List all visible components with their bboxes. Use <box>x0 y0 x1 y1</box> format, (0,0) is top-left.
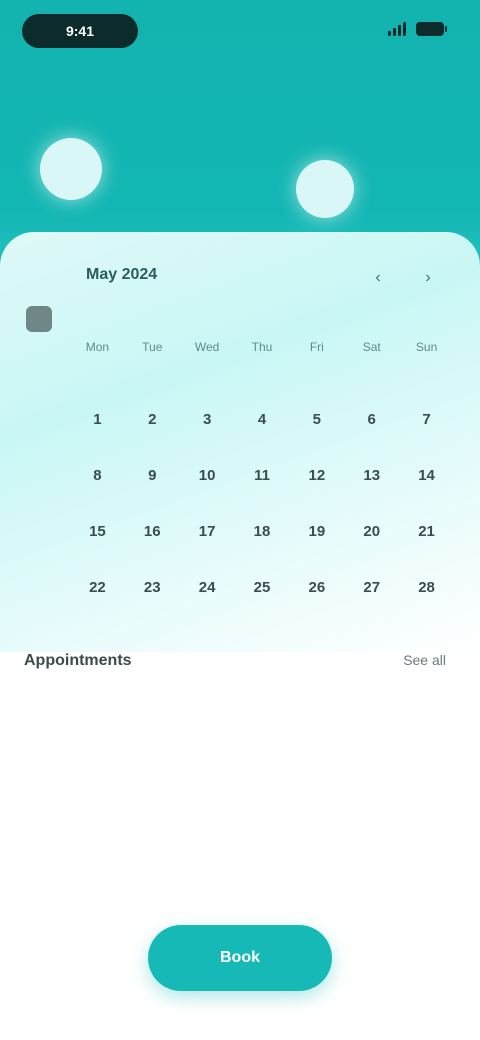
calendar-day[interactable]: 3 <box>180 400 235 440</box>
status-bar: 9:41 <box>0 0 480 64</box>
appointments-section: Appointments See all <box>24 652 456 732</box>
month-header: May 2024 ‹ › <box>86 266 446 290</box>
calendar-day[interactable]: 20 <box>344 512 399 552</box>
calendar-day[interactable]: 10 <box>180 456 235 496</box>
section-title: Appointments <box>24 652 132 669</box>
calendar-day[interactable]: 13 <box>344 456 399 496</box>
calendar-day[interactable]: 15 <box>70 512 125 552</box>
see-all-link[interactable]: See all <box>403 652 446 668</box>
weekday-label: Wed <box>194 340 220 354</box>
calendar-day[interactable]: 2 <box>125 400 180 440</box>
calendar-day[interactable]: 12 <box>289 456 344 496</box>
calendar-day[interactable]: 6 <box>344 400 399 440</box>
week-row: 22 23 24 25 26 27 28 <box>70 568 454 608</box>
calendar-day[interactable]: 5 <box>289 400 344 440</box>
calendar-day[interactable]: 18 <box>235 512 290 552</box>
weekday-label: Sun <box>415 340 438 354</box>
weekday-label: Mon <box>85 340 110 354</box>
week-row: 15 16 17 18 19 20 21 <box>70 512 454 552</box>
calendar-day[interactable]: 16 <box>125 512 180 552</box>
calendar-day[interactable]: 19 <box>289 512 344 552</box>
month-title: May 2024 <box>86 266 158 283</box>
battery-icon <box>416 22 447 36</box>
calendar-day[interactable]: 28 <box>399 568 454 608</box>
weekday-row: Mon Tue Wed Thu Fri Sat Sun <box>70 340 454 368</box>
calendar-day[interactable]: 8 <box>70 456 125 496</box>
calendar-day[interactable]: 17 <box>180 512 235 552</box>
calendar-day[interactable]: 23 <box>125 568 180 608</box>
decor-circle <box>296 160 354 218</box>
calendar-day[interactable]: 25 <box>235 568 290 608</box>
primary-action-label: Book <box>220 949 260 966</box>
week-row: 8 9 10 11 12 13 14 <box>70 456 454 496</box>
time-pill: 9:41 <box>22 14 138 48</box>
calendar-day[interactable]: 9 <box>125 456 180 496</box>
week-row: 1 2 3 4 5 6 7 <box>70 400 454 440</box>
calendar-day[interactable]: 26 <box>289 568 344 608</box>
calendar-day[interactable]: 1 <box>70 400 125 440</box>
weekday-label: Tue <box>142 340 163 354</box>
chevron-right-icon[interactable]: › <box>416 266 440 290</box>
status-time: 9:41 <box>65 23 95 39</box>
signal-icon <box>388 22 406 36</box>
calendar-day[interactable]: 22 <box>70 568 125 608</box>
primary-action-button[interactable]: Book <box>148 925 332 991</box>
calendar-day[interactable]: 7 <box>399 400 454 440</box>
weekday-label: Fri <box>309 340 324 354</box>
decor-circle <box>40 138 102 200</box>
calendar-day[interactable]: 27 <box>344 568 399 608</box>
weekday-label: Thu <box>251 340 273 354</box>
calendar-day[interactable]: 24 <box>180 568 235 608</box>
calendar-day[interactable]: 11 <box>235 456 290 496</box>
calendar-day[interactable]: 14 <box>399 456 454 496</box>
calendar-day[interactable]: 21 <box>399 512 454 552</box>
sidebar <box>26 306 66 382</box>
status-icons <box>388 22 447 36</box>
chevron-left-icon[interactable]: ‹ <box>366 266 390 290</box>
calendar-icon <box>26 306 52 332</box>
weekday-label: Sat <box>362 340 381 354</box>
calendar-day[interactable]: 4 <box>235 400 290 440</box>
